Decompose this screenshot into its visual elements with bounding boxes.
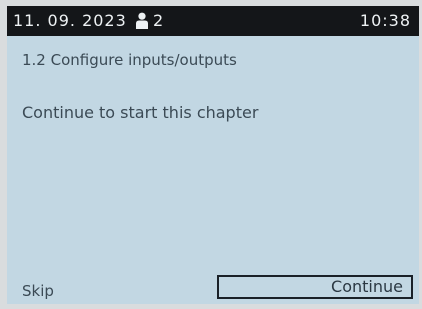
status-bar: 11. 09. 2023 2 10:38: [7, 6, 419, 36]
person-icon: [136, 12, 148, 29]
instruction-text: Continue to start this chapter: [22, 103, 259, 122]
status-date: 11. 09. 2023: [13, 11, 127, 30]
user-count: 2: [153, 11, 164, 30]
chapter-title: 1.2 Configure inputs/outputs: [22, 51, 237, 69]
status-time: 10:38: [359, 11, 411, 30]
user-indicator: 2: [135, 11, 163, 30]
continue-button[interactable]: Continue: [217, 275, 413, 299]
device-screen: 11. 09. 2023 2 10:38 1.2 Configure input…: [7, 6, 419, 304]
skip-button[interactable]: Skip: [22, 282, 54, 300]
